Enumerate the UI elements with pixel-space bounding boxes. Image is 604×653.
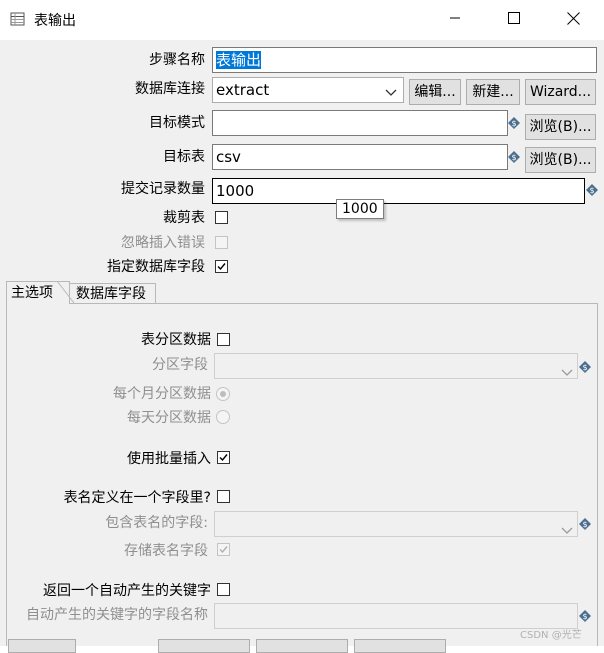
svg-text:$: $: [511, 119, 516, 128]
chevron-down-icon: [385, 80, 397, 102]
variable-icon: $: [579, 518, 591, 530]
truncate-table-checkbox[interactable]: [215, 211, 228, 224]
tab-db-fields[interactable]: 数据库字段: [70, 283, 156, 304]
svg-text:$: $: [589, 186, 594, 195]
partition-daily-label: 每天分区数据: [127, 410, 211, 426]
partition-monthly-label: 每个月分区数据: [113, 386, 211, 402]
store-table-name-field-checkbox[interactable]: [217, 543, 230, 556]
db-connection-select[interactable]: extract: [212, 77, 404, 103]
truncate-table-label: 裁剪表: [163, 210, 205, 226]
table-name-in-field-checkbox[interactable]: [217, 490, 230, 503]
help-button-partial[interactable]: [354, 639, 446, 653]
step-name-label: 步骤名称: [149, 52, 205, 68]
ignore-insert-errors-checkbox[interactable]: [215, 236, 228, 249]
table-name-field-label: 包含表名的字段:: [105, 515, 208, 531]
table-name-field-select[interactable]: [214, 511, 578, 537]
ok-button-partial[interactable]: [8, 639, 76, 653]
checkmark-icon: [219, 546, 228, 554]
maximize-icon: [508, 12, 520, 28]
store-table-name-field-label: 存储表名字段: [124, 543, 208, 559]
maximize-button[interactable]: [491, 0, 537, 40]
table-output-icon: [10, 11, 26, 27]
browse-schema-button[interactable]: 浏览(B)...: [525, 114, 596, 140]
commit-size-input[interactable]: 1000: [212, 178, 585, 204]
variable-icon: $: [579, 610, 591, 622]
use-batch-insert-checkbox[interactable]: [217, 451, 230, 464]
variable-icon: $: [579, 361, 591, 373]
target-table-label: 目标表: [163, 149, 205, 165]
chevron-down-icon: [561, 518, 573, 536]
step-name-input[interactable]: 表输出: [212, 47, 597, 73]
ignore-insert-errors-label: 忽略插入错误: [121, 235, 205, 251]
specify-db-fields-checkbox[interactable]: [215, 260, 228, 273]
checkmark-icon: [217, 263, 226, 271]
partition-data-checkbox[interactable]: [217, 333, 230, 346]
checkmark-icon: [219, 454, 228, 462]
tab-main-options-label: 主选项: [11, 285, 53, 301]
use-batch-insert-label: 使用批量插入: [127, 451, 211, 467]
wizard-button[interactable]: Wizard...: [525, 79, 596, 105]
partition-field-select[interactable]: [214, 353, 578, 379]
minimize-icon: [449, 12, 461, 28]
svg-text:$: $: [582, 363, 587, 372]
commit-size-tooltip: 1000: [336, 199, 384, 219]
cancel-button-partial[interactable]: [158, 639, 250, 653]
partition-daily-radio[interactable]: [216, 410, 230, 424]
close-button[interactable]: [550, 0, 596, 40]
sql-button-partial[interactable]: [256, 639, 348, 653]
target-schema-label: 目标模式: [149, 115, 205, 131]
db-connection-value: extract: [216, 81, 270, 99]
svg-text:$: $: [511, 153, 516, 162]
svg-text:$: $: [582, 520, 587, 529]
tab-db-fields-label: 数据库字段: [76, 286, 146, 302]
target-schema-input[interactable]: [212, 110, 508, 136]
svg-text:$: $: [582, 612, 587, 621]
db-connection-label: 数据库连接: [135, 81, 205, 97]
table-name-in-field-label: 表名定义在一个字段里?: [63, 490, 211, 506]
target-table-input[interactable]: csv: [212, 144, 508, 170]
edit-connection-button[interactable]: 编辑...: [409, 79, 461, 105]
browse-table-button[interactable]: 浏览(B)...: [525, 147, 596, 173]
partition-data-label: 表分区数据: [141, 332, 211, 348]
return-generated-key-checkbox[interactable]: [217, 583, 230, 596]
watermark: CSDN @光芒: [520, 630, 582, 641]
generated-key-field-label: 自动产生的关键字的字段名称: [26, 607, 208, 623]
variable-icon: $: [586, 184, 598, 196]
partition-field-label: 分区字段: [152, 357, 208, 373]
chevron-down-icon: [561, 360, 573, 378]
minimize-button[interactable]: [432, 0, 478, 40]
return-generated-key-label: 返回一个自动产生的关键字: [43, 583, 211, 599]
title-bar: 表输出: [0, 0, 604, 40]
specify-db-fields-label: 指定数据库字段: [107, 259, 205, 275]
close-icon: [566, 11, 580, 29]
variable-icon: $: [508, 151, 520, 163]
step-name-value: 表输出: [216, 51, 262, 69]
commit-size-label: 提交记录数量: [121, 181, 205, 197]
window-title: 表输出: [34, 13, 76, 29]
variable-icon: $: [508, 117, 520, 129]
partition-monthly-radio[interactable]: [216, 387, 230, 401]
new-connection-button[interactable]: 新建...: [466, 79, 520, 105]
